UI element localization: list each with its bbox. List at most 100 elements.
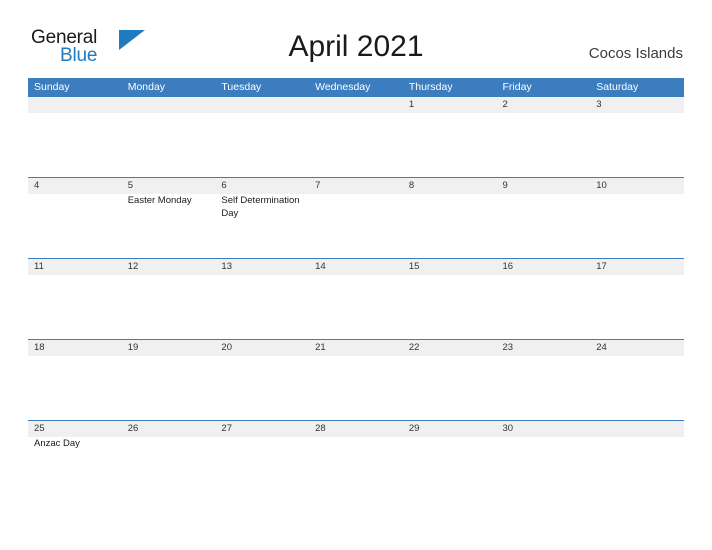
day-number: 9 (502, 180, 508, 191)
day-cell[interactable]: 13 (215, 259, 309, 339)
page-header: General Blue April 2021 Cocos Islands (0, 0, 712, 76)
day-cell[interactable]: 19 (122, 340, 216, 420)
day-cell[interactable]: 27 (215, 421, 309, 501)
day-cell[interactable]: 15 (403, 259, 497, 339)
weekday-header-tuesday: Tuesday (221, 81, 262, 93)
day-event (34, 356, 119, 357)
day-cell[interactable]: 8 (403, 178, 497, 258)
day-number: 28 (315, 423, 326, 434)
day-number: 24 (596, 342, 607, 353)
day-number: 17 (596, 261, 607, 272)
day-event (315, 356, 400, 357)
day-cell[interactable]: 11 (28, 259, 122, 339)
day-number: 6 (221, 180, 227, 191)
day-event (128, 275, 213, 276)
day-event (503, 113, 588, 114)
day-cell[interactable]: 3 (590, 97, 684, 177)
day-cell[interactable]: 6 Self Determination Day (215, 178, 309, 258)
day-number: 27 (221, 423, 232, 434)
day-event (596, 275, 681, 276)
weekday-header-wednesday: Wednesday (315, 81, 371, 93)
day-number: 1 (408, 99, 415, 110)
day-number: 8 (408, 180, 415, 191)
day-event (34, 275, 119, 276)
day-cell[interactable]: 14 (309, 259, 403, 339)
day-cell[interactable] (122, 97, 216, 177)
day-event (503, 275, 588, 276)
day-number: 21 (315, 342, 326, 353)
day-cell[interactable] (215, 97, 309, 177)
day-event (128, 437, 213, 438)
day-event (503, 356, 588, 357)
day-number: 14 (315, 261, 326, 272)
day-cell[interactable]: 9 (497, 178, 591, 258)
day-number: 5 (127, 180, 133, 191)
day-event (596, 194, 681, 195)
day-event (503, 437, 588, 438)
day-cell[interactable]: 23 (497, 340, 591, 420)
week-row: 4 5 Easter Monday 6 Self Determination D… (28, 177, 684, 258)
day-event (221, 356, 306, 357)
day-cell[interactable]: 29 (403, 421, 497, 501)
day-number: 3 (596, 99, 602, 110)
day-number: 22 (408, 342, 420, 353)
day-number (596, 421, 681, 437)
day-cell[interactable]: 7 (309, 178, 403, 258)
day-cell[interactable]: 21 (309, 340, 403, 420)
day-event (315, 275, 400, 276)
day-cell[interactable]: 26 (122, 421, 216, 501)
day-cell[interactable]: 10 (590, 178, 684, 258)
weekday-header-saturday: Saturday (596, 81, 639, 93)
day-cell[interactable]: 30 (497, 421, 591, 501)
day-event (503, 194, 588, 195)
day-number: 11 (34, 261, 44, 272)
day-cell[interactable]: 28 (309, 421, 403, 501)
day-number: 18 (34, 342, 45, 353)
day-cell[interactable]: 5 Easter Monday (122, 178, 216, 258)
day-event (315, 113, 400, 114)
day-cell[interactable]: 17 (590, 259, 684, 339)
day-event (409, 275, 494, 276)
week-row: 11 12 13 14 15 16 17 (28, 258, 684, 339)
day-event: Easter Monday (127, 195, 192, 206)
week-days: 4 5 Easter Monday 6 Self Determination D… (28, 178, 684, 258)
weekday-header-friday: Friday (502, 81, 532, 93)
day-number: 26 (127, 423, 139, 434)
weekday-header-thursday: Thursday (408, 81, 453, 93)
day-event (221, 437, 306, 438)
day-event (128, 113, 213, 114)
day-number: 12 (127, 261, 139, 272)
weekday-header-sunday: Sunday (34, 81, 70, 93)
weekday-header-row: Sunday Monday Tuesday Wednesday Thursday… (28, 78, 684, 96)
day-number: 30 (502, 423, 514, 434)
day-number: 4 (34, 180, 40, 191)
day-event (409, 437, 494, 438)
day-cell[interactable]: 12 (122, 259, 216, 339)
day-cell[interactable] (309, 97, 403, 177)
day-number (34, 97, 119, 113)
day-cell[interactable]: 4 (28, 178, 122, 258)
day-event (409, 113, 494, 114)
day-cell[interactable] (590, 421, 684, 501)
week-row: 18 19 20 21 22 23 24 (28, 339, 684, 420)
day-cell[interactable]: 18 (28, 340, 122, 420)
calendar-page: General Blue April 2021 Cocos Islands Su… (0, 0, 712, 550)
day-cell[interactable]: 1 (403, 97, 497, 177)
day-event (315, 194, 400, 195)
day-cell[interactable]: 22 (403, 340, 497, 420)
day-cell[interactable]: 25 Anzac Day (28, 421, 122, 501)
week-days: 11 12 13 14 15 16 17 (28, 259, 684, 339)
day-number (128, 97, 213, 113)
day-number: 7 (315, 180, 321, 191)
day-cell[interactable]: 24 (590, 340, 684, 420)
day-cell[interactable]: 2 (497, 97, 591, 177)
day-cell[interactable]: 16 (497, 259, 591, 339)
day-cell[interactable] (28, 97, 122, 177)
day-cell[interactable]: 20 (215, 340, 309, 420)
week-days: 1 2 3 (28, 97, 684, 177)
day-number: 29 (408, 423, 420, 434)
calendar-grid: Sunday Monday Tuesday Wednesday Thursday… (28, 78, 684, 501)
day-number: 19 (127, 342, 139, 353)
day-event (596, 113, 681, 114)
day-event (409, 356, 494, 357)
